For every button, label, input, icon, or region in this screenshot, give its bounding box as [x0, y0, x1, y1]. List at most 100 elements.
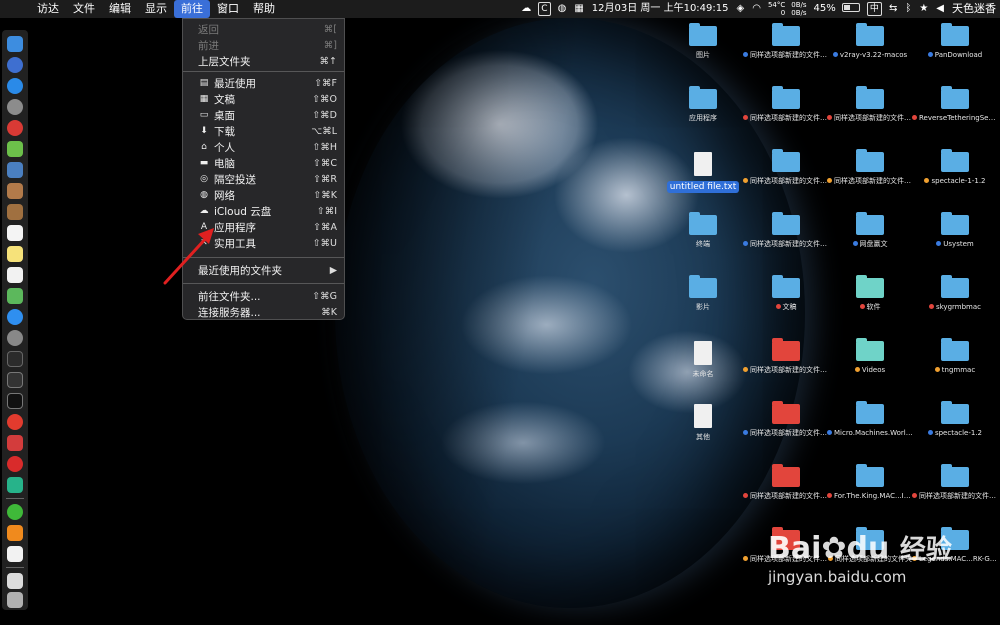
desktop-item[interactable]: tngmmac	[912, 338, 998, 399]
console-icon[interactable]	[7, 372, 23, 388]
launchpad-icon[interactable]	[7, 57, 23, 73]
desktop-item[interactable]: untitled file.txt	[660, 152, 746, 210]
go-menu-item-15[interactable]: 前往文件夹... ⇧⌘G	[183, 288, 344, 304]
desktop-item-label: 同样选项部新建的文件夹 7	[750, 177, 829, 185]
desktop-item[interactable]: 同样选项部新建的文件夹 4	[743, 464, 829, 525]
menu-finder[interactable]: 访达	[30, 0, 66, 18]
desktop-item[interactable]: 应用程序	[660, 86, 746, 147]
desktop-item[interactable]: 同样选项部新建的文件夹 7	[743, 149, 829, 210]
menu-view[interactable]: 显示	[138, 0, 174, 18]
menu-item-icon: ☁	[199, 206, 209, 216]
desktop-item[interactable]: skygrmbmac	[912, 275, 998, 336]
desktop-item[interactable]: 同样选项部新建的文件夹 5	[743, 401, 829, 462]
network-speed-readout[interactable]: 0B/s 0B/s	[788, 1, 809, 17]
safari-icon[interactable]	[7, 78, 23, 94]
input-source-icon[interactable]: ⇆	[885, 0, 901, 18]
go-menu-item-2[interactable]: 上层文件夹 ⌘↑	[183, 53, 344, 69]
downloads-stack-icon[interactable]	[7, 573, 23, 589]
tool-icon[interactable]: ◈	[733, 0, 749, 18]
cloud-sync-icon[interactable]: ☁	[517, 0, 535, 18]
input-method-indicator[interactable]: 中	[866, 2, 882, 16]
contacts-icon[interactable]	[7, 204, 23, 220]
vivaldi-icon[interactable]	[7, 435, 23, 451]
desktop-item[interactable]: PanDownload	[912, 23, 998, 84]
system-preferences-icon[interactable]	[7, 330, 23, 346]
go-menu-item-1[interactable]: 前进 ⌘]	[183, 37, 344, 53]
battery-status[interactable]: 45%	[810, 0, 864, 18]
textedit-icon[interactable]	[7, 546, 23, 562]
bluetooth-icon[interactable]: ᛒ	[901, 0, 915, 18]
favorites-star-icon[interactable]: ★	[915, 0, 932, 18]
desktop-item[interactable]: 同样选项部新建的文件夹 6	[743, 338, 829, 399]
photos-icon[interactable]	[7, 183, 23, 199]
desktop-item[interactable]: 未命名	[660, 341, 746, 399]
go-menu-item-5[interactable]: ▭ 桌面 ⇧⌘D	[183, 107, 344, 123]
desktop-item[interactable]: 影片	[660, 275, 746, 336]
notes-icon[interactable]	[7, 246, 23, 262]
desktop-item[interactable]: 软件	[827, 275, 913, 336]
desktop-item[interactable]: 其他	[660, 404, 746, 462]
menu-go[interactable]: 前往	[174, 0, 210, 18]
desktop-item-label: 影片	[696, 303, 710, 311]
android-icon[interactable]	[7, 141, 23, 157]
netease-music-icon[interactable]	[7, 456, 23, 472]
desktop-item[interactable]: 图片	[660, 23, 746, 84]
menu-help[interactable]: 帮助	[246, 0, 282, 18]
desktop-item[interactable]: spectacle-1-1.2	[912, 149, 998, 210]
desktop-item[interactable]: 同样选项部新建的文件夹 3	[743, 212, 829, 273]
go-menu-item-0[interactable]: 返回 ⌘[	[183, 21, 344, 37]
yandex-icon[interactable]	[7, 414, 23, 430]
go-menu-item-16[interactable]: 连接服务器... ⌘K	[183, 304, 344, 320]
maps-icon[interactable]	[7, 288, 23, 304]
cpu-temp-readout[interactable]: 54°C 0	[765, 1, 788, 17]
desktop-item[interactable]: 终端	[660, 212, 746, 273]
desktop-item[interactable]: 同样选项部新建的文件夹 8	[743, 86, 829, 147]
menu-file[interactable]: 文件	[66, 0, 102, 18]
menu-window[interactable]: 窗口	[210, 0, 246, 18]
desktop-item[interactable]: 同样选项部新建的文件夹 12	[827, 149, 913, 210]
desktop-item[interactable]: 文稿	[743, 275, 829, 336]
desktop-item[interactable]: 同样选项部新建的文件夹 9	[743, 23, 829, 84]
desktop-item[interactable]: ReverseTetheringServer_1.2.0	[912, 86, 998, 147]
menu-edit[interactable]: 编辑	[102, 0, 138, 18]
volume-icon[interactable]: ◀	[932, 0, 948, 18]
desktop-item[interactable]: v2ray-v3.22-macos	[827, 23, 913, 84]
wifi-icon[interactable]: ◠	[748, 0, 765, 18]
desktop-item[interactable]: Micro.Machines.Worl...IVATED	[827, 401, 913, 462]
vlc-icon[interactable]	[7, 525, 23, 541]
go-menu-item-8[interactable]: ▬ 电脑 ⇧⌘C	[183, 155, 344, 171]
green-app-icon[interactable]	[7, 477, 23, 493]
desktop-item[interactable]: Usystem	[912, 212, 998, 273]
go-menu-item-10[interactable]: ◍ 网络 ⇧⌘K	[183, 187, 344, 203]
desktop-item[interactable]: 网盘赢文	[827, 212, 913, 273]
calendar-icon[interactable]: ▦	[570, 0, 587, 18]
reminders-icon[interactable]	[7, 267, 23, 283]
go-menu-item-3[interactable]: ▤ 最近使用 ⇧⌘F	[183, 75, 344, 91]
desktop-item[interactable]: spectacle-1.2	[912, 401, 998, 462]
rocket-icon[interactable]	[7, 99, 23, 115]
wechat-icon[interactable]	[7, 504, 23, 520]
app-store-icon[interactable]	[7, 309, 23, 325]
calendar-dock-icon[interactable]	[7, 225, 23, 241]
activity-monitor-icon[interactable]	[7, 351, 23, 367]
desktop-item[interactable]: 同样选项部新建的文件夹 13	[827, 86, 913, 147]
desktop-item[interactable]: For.The.King.MAC...IVATED	[827, 464, 913, 525]
menu-item-icon: ⌂	[201, 142, 207, 152]
user-name[interactable]: 天色迷香	[948, 0, 1000, 18]
go-menu-item-9[interactable]: ◎ 隔空投送 ⇧⌘R	[183, 171, 344, 187]
menubar-clock[interactable]: 12月03日 周一 上午10:49:15	[588, 0, 733, 18]
desktop-item[interactable]: Videos	[827, 338, 913, 399]
menu-item-shortcut: ⇧⌘K	[313, 189, 337, 201]
trash-icon[interactable]	[7, 592, 23, 608]
go-menu-item-6[interactable]: ⬇ 下载 ⌥⌘L	[183, 123, 344, 139]
desktop-item[interactable]: 同样选项部新建的文件夹 14	[912, 464, 998, 525]
clipboard-app-icon[interactable]: C	[538, 2, 551, 16]
terminal-icon[interactable]	[7, 393, 23, 409]
go-menu-item-11[interactable]: ☁ iCloud 云盘 ⇧⌘I	[183, 203, 344, 219]
go-menu-item-4[interactable]: ▦ 文稿 ⇧⌘O	[183, 91, 344, 107]
go-menu-item-7[interactable]: ⌂ 个人 ⇧⌘H	[183, 139, 344, 155]
preview-icon[interactable]	[7, 162, 23, 178]
red-app-icon[interactable]	[7, 120, 23, 136]
globe-icon[interactable]: ◍	[554, 0, 571, 18]
finder-icon[interactable]	[7, 36, 23, 52]
